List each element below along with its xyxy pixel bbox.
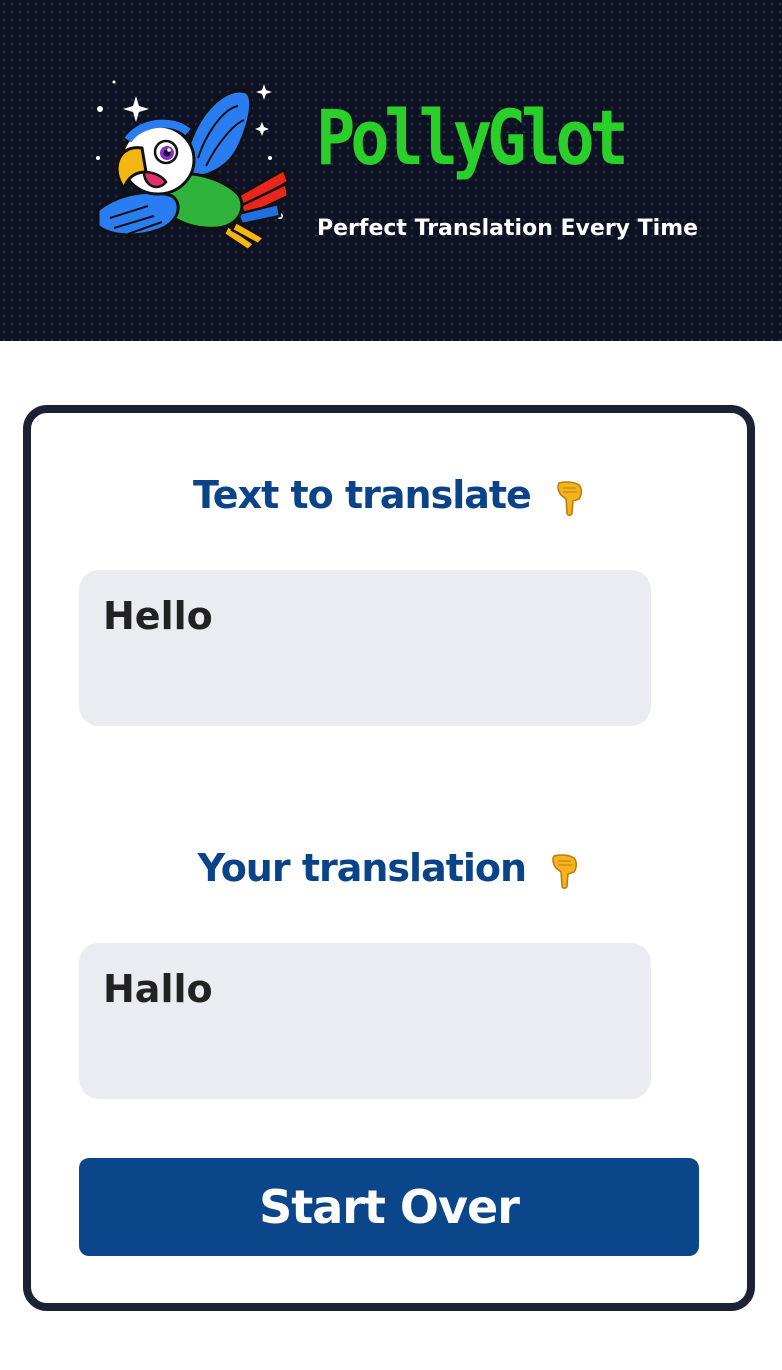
start-over-button[interactable]: Start Over xyxy=(79,1158,699,1256)
output-section-heading: Your translation xyxy=(31,846,747,890)
app-subtitle: Perfect Translation Every Time xyxy=(317,216,699,241)
input-section-heading: Text to translate xyxy=(31,473,747,517)
translation-output-field: Hallo xyxy=(79,943,651,1099)
pointing-down-icon xyxy=(557,480,583,516)
app-title: PollyGlot xyxy=(316,93,629,182)
parrot-icon xyxy=(96,80,290,252)
input-heading-label: Text to translate xyxy=(192,473,532,517)
source-text-field[interactable]: Hello xyxy=(79,570,651,726)
pointing-down-icon xyxy=(552,853,578,889)
output-heading-label: Your translation xyxy=(197,846,527,890)
app-header: PollyGlot Perfect Translation Every Time xyxy=(0,0,782,341)
translation-card: Text to translate Hello Your translation… xyxy=(23,405,755,1311)
